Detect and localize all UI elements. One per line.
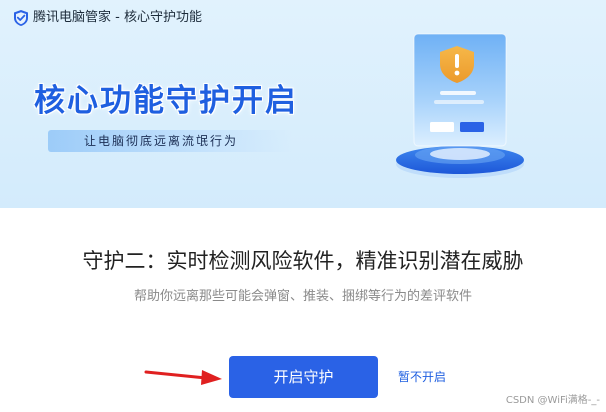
red-arrow-annotation bbox=[144, 370, 222, 385]
shield-warning-illustration bbox=[396, 33, 524, 178]
csdn-watermark: CSDN @WiFi满格-_- bbox=[505, 395, 600, 406]
feature-heading: 守护二：实时检测风险软件，精准识别潜在威胁 bbox=[82, 249, 524, 273]
feature-description: 帮助你远离那些可能会弹窗、推装、捆绑等行为的差评软件 bbox=[133, 289, 472, 304]
not-now-link[interactable]: 暂不开启 bbox=[398, 368, 446, 386]
tencent-pc-manager-logo-icon bbox=[14, 10, 28, 26]
hero-subtitle: 让电脑彻底远离流氓行为 bbox=[84, 134, 239, 148]
enable-protection-button[interactable]: 开启守护 bbox=[229, 356, 378, 398]
hero-banner: 腾讯电脑管家 - 核心守护功能 核心功能守护开启 让电脑彻底远离流氓行为 bbox=[0, 0, 606, 208]
dialog-window: 腾讯电脑管家 - 核心守护功能 核心功能守护开启 让电脑彻底远离流氓行为 守护二… bbox=[0, 0, 606, 412]
window-title: 腾讯电脑管家 - 核心守护功能 bbox=[33, 10, 202, 25]
hero-title: 核心功能守护开启 bbox=[34, 83, 298, 119]
